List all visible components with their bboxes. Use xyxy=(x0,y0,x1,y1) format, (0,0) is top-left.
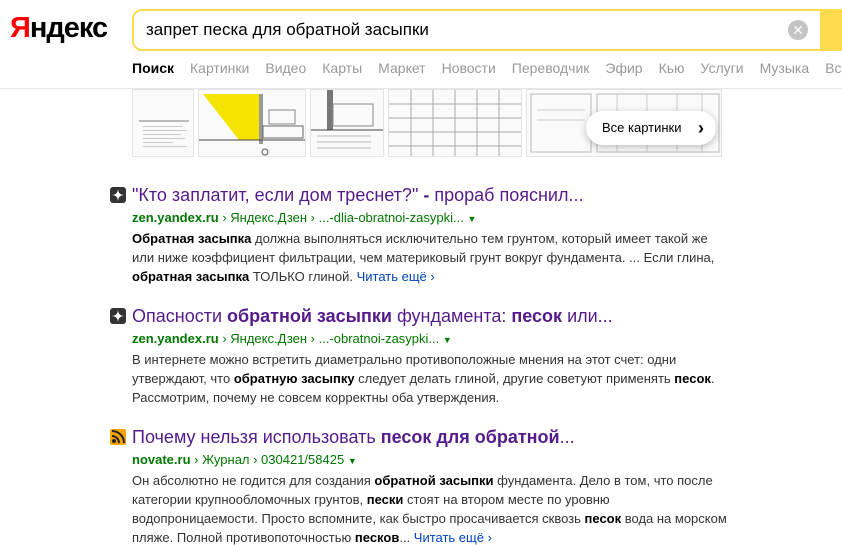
tab-7[interactable]: Переводчик xyxy=(512,60,590,76)
tab-11[interactable]: Музыка xyxy=(760,60,810,76)
search-box: ✕ xyxy=(132,9,842,51)
result-title[interactable]: "Кто заплатит, если дом треснет?" - прор… xyxy=(132,185,583,206)
title-part: фундамента: xyxy=(391,306,512,326)
zen-favicon-icon xyxy=(110,187,126,203)
tab-2[interactable]: Картинки xyxy=(190,60,249,76)
rss-favicon-icon xyxy=(110,429,126,445)
result-snippet: Обратная засыпка должна выполняться искл… xyxy=(132,229,732,286)
snippet-part: ТОЛЬКО глиной. xyxy=(249,269,357,284)
search-submit-button[interactable] xyxy=(820,9,842,51)
tab-4[interactable]: Карты xyxy=(322,60,362,76)
snippet-part: Он абсолютно не годится для создания xyxy=(132,473,375,488)
search-tabs: Поиск Картинки Видео Карты Маркет Новости Пере… xyxy=(132,60,842,76)
image-thumb-4[interactable] xyxy=(388,89,522,157)
snippet-part: следует делать глиной, другие советуют п… xyxy=(354,371,675,386)
chevron-right-icon: › xyxy=(698,118,704,138)
snippet-part: пески xyxy=(366,492,404,507)
all-images-button[interactable]: Все картинки › xyxy=(586,111,716,145)
tab-9[interactable]: Кью xyxy=(659,60,685,76)
tab-3[interactable]: Видео xyxy=(265,60,306,76)
result-domain[interactable]: zen.yandex.ru xyxy=(132,210,219,225)
result-title[interactable]: Почему нельзя использовать песок для обр… xyxy=(132,427,575,448)
tab-8[interactable]: Эфир xyxy=(605,60,642,76)
foundation-diagram-image xyxy=(199,94,305,156)
result-snippet: Он абсолютно не годится для создания обр… xyxy=(132,471,732,545)
dropdown-arrow-icon[interactable]: ▼ xyxy=(348,456,357,466)
tab-6[interactable]: Новости xyxy=(442,60,496,76)
zen-favicon-icon xyxy=(110,308,126,324)
result-title[interactable]: Опасности обратной засыпки фундамента: п… xyxy=(132,306,613,327)
image-thumb-1[interactable] xyxy=(132,89,194,157)
title-part: Опасности xyxy=(132,306,228,326)
snippet-part: обратной засыпки xyxy=(374,473,494,488)
yandex-logo[interactable]: Яндекс xyxy=(10,12,108,45)
search-result-3: Почему нельзя использовать песок для обр… xyxy=(110,427,730,545)
title-part: ... xyxy=(559,427,575,447)
snippet-part: песков xyxy=(354,530,400,545)
title-part: обратной засыпки xyxy=(227,306,392,326)
read-more-link[interactable]: Читать ещё › xyxy=(414,530,492,545)
snippet-part: Обратная засыпка xyxy=(132,231,252,246)
search-result-2: Опасности обратной засыпки фундамента: п… xyxy=(110,306,730,406)
title-part: песок xyxy=(511,306,563,326)
title-part: или... xyxy=(562,306,613,326)
snippet-part: обратную засыпку xyxy=(233,371,355,386)
result-domain[interactable]: zen.yandex.ru xyxy=(132,331,219,346)
foundation-section-image xyxy=(311,90,383,149)
result-url[interactable]: zen.yandex.ru › Яндекс.Дзен › ...-obratn… xyxy=(132,331,452,346)
title-part: Почему нельзя использовать xyxy=(132,427,381,447)
image-thumb-2[interactable] xyxy=(198,89,306,157)
document-scan-image xyxy=(139,120,189,147)
search-input[interactable] xyxy=(146,11,776,49)
title-part: "Кто заплатит, если дом треснет?" xyxy=(132,185,424,205)
dropdown-arrow-icon[interactable]: ▼ xyxy=(443,335,452,345)
result-breadcrumb[interactable]: › Яндекс.Дзен › ...-dlia-obratnoi-zasypk… xyxy=(219,210,464,225)
result-breadcrumb[interactable]: › Яндекс.Дзен › ...-obratnoi-zasypki... xyxy=(219,331,439,346)
result-url[interactable]: novate.ru › Журнал › 030421/58425 ▼ xyxy=(132,452,357,467)
snippet-part: песок xyxy=(584,511,622,526)
clear-search-icon[interactable]: ✕ xyxy=(788,20,808,40)
snippet-part: песок xyxy=(674,371,711,386)
result-snippet: В интернете можно встретить диаметрально… xyxy=(132,350,732,407)
dropdown-arrow-icon[interactable]: ▼ xyxy=(467,214,476,224)
table-image xyxy=(389,90,521,156)
result-url[interactable]: zen.yandex.ru › Яндекс.Дзен › ...-dlia-o… xyxy=(132,210,476,225)
result-domain[interactable]: novate.ru xyxy=(132,452,191,467)
tab-5[interactable]: Маркет xyxy=(378,60,425,76)
result-breadcrumb[interactable]: › Журнал › 030421/58425 xyxy=(191,452,344,467)
snippet-part: обратная засыпка xyxy=(132,269,250,284)
tab-12[interactable]: Вс xyxy=(825,60,841,76)
tab-10[interactable]: Услуги xyxy=(701,60,744,76)
tab-1[interactable]: Поиск xyxy=(132,60,174,76)
search-result-1: "Кто заплатит, если дом треснет?" - прор… xyxy=(110,185,730,285)
image-thumb-3[interactable] xyxy=(310,89,384,157)
read-more-link[interactable]: Читать ещё › xyxy=(357,269,435,284)
title-part: песок для обратной xyxy=(380,427,560,447)
title-part: прораб пояснил... xyxy=(429,185,584,205)
snippet-part: ... xyxy=(399,530,414,545)
